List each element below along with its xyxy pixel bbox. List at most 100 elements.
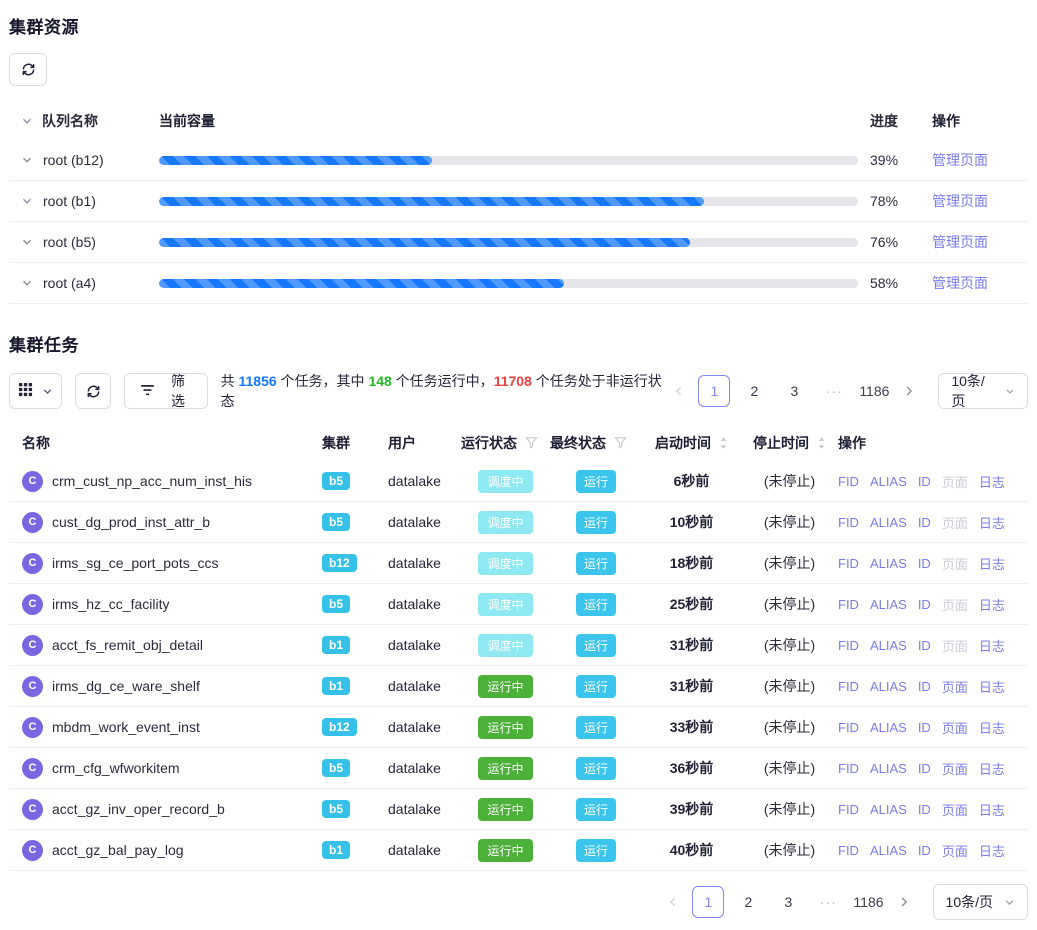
op-fid-link[interactable]: FID: [838, 474, 859, 489]
manage-page-link[interactable]: 管理页面: [932, 152, 988, 168]
cluster-badge: b5: [322, 759, 350, 777]
collapse-all-chevron-icon[interactable]: [21, 115, 33, 127]
page-size-select[interactable]: 10条/页: [933, 884, 1028, 920]
start-time-sort-icon[interactable]: [719, 436, 728, 450]
op-alias-link[interactable]: ALIAS: [870, 515, 907, 530]
op-log-link[interactable]: 日志: [979, 595, 1005, 614]
op-alias-link[interactable]: ALIAS: [870, 556, 907, 571]
start-time: 40秒前: [642, 840, 741, 860]
prev-page-icon[interactable]: [668, 385, 690, 397]
page-ellipsis[interactable]: ···: [818, 375, 850, 407]
op-id-link[interactable]: ID: [918, 802, 931, 817]
op-id-link[interactable]: ID: [918, 761, 931, 776]
op-id-link[interactable]: ID: [918, 843, 931, 858]
op-fid-link[interactable]: FID: [838, 843, 859, 858]
op-fid-link[interactable]: FID: [838, 679, 859, 694]
page-1[interactable]: 1: [692, 886, 724, 918]
op-page-link[interactable]: 页面: [942, 636, 968, 655]
op-alias-link[interactable]: ALIAS: [870, 843, 907, 858]
op-log-link[interactable]: 日志: [979, 800, 1005, 819]
op-page-link[interactable]: 页面: [942, 800, 968, 819]
page-ellipsis[interactable]: ···: [812, 886, 844, 918]
run-status-badge: 运行中: [478, 757, 532, 780]
tasks-table-header: 名称 集群 用户 运行状态 最终状态 启动时间: [9, 424, 1028, 461]
op-id-link[interactable]: ID: [918, 638, 931, 653]
op-fid-link[interactable]: FID: [838, 556, 859, 571]
op-id-link[interactable]: ID: [918, 515, 931, 530]
op-id-link[interactable]: ID: [918, 556, 931, 571]
op-id-link[interactable]: ID: [918, 474, 931, 489]
op-page-link[interactable]: 页面: [942, 472, 968, 491]
task-ops: FID ALIAS ID 页面 日志: [838, 513, 1024, 532]
page-last[interactable]: 1186: [858, 375, 890, 407]
page-2[interactable]: 2: [732, 886, 764, 918]
op-page-link[interactable]: 页面: [942, 718, 968, 737]
expand-row-chevron-icon[interactable]: [21, 236, 33, 248]
page-2[interactable]: 2: [738, 375, 770, 407]
op-page-link[interactable]: 页面: [942, 677, 968, 696]
stop-time: (未停止): [741, 471, 838, 491]
op-page-link[interactable]: 页面: [942, 759, 968, 778]
prev-page-icon[interactable]: [662, 896, 684, 908]
op-alias-link[interactable]: ALIAS: [870, 761, 907, 776]
expand-row-chevron-icon[interactable]: [21, 154, 33, 166]
task-name: acct_gz_inv_oper_record_b: [52, 801, 225, 817]
op-page-link[interactable]: 页面: [942, 595, 968, 614]
next-page-icon[interactable]: [893, 896, 915, 908]
grid-view-dropdown-button[interactable]: [9, 373, 62, 409]
op-alias-link[interactable]: ALIAS: [870, 720, 907, 735]
user-cell: datalake: [388, 678, 461, 694]
op-alias-link[interactable]: ALIAS: [870, 802, 907, 817]
op-page-link[interactable]: 页面: [942, 841, 968, 860]
avatar: C: [22, 840, 43, 861]
tasks-toolbar: 筛选 共 11856 个任务，其中 148 个任务运行中，11708 个任务处于…: [9, 371, 1028, 411]
op-log-link[interactable]: 日志: [979, 513, 1005, 532]
expand-row-chevron-icon[interactable]: [21, 195, 33, 207]
op-id-link[interactable]: ID: [918, 597, 931, 612]
op-log-link[interactable]: 日志: [979, 841, 1005, 860]
page-last[interactable]: 1186: [852, 886, 884, 918]
op-log-link[interactable]: 日志: [979, 554, 1005, 573]
run-status-filter-funnel-icon[interactable]: [525, 436, 538, 449]
expand-row-chevron-icon[interactable]: [21, 277, 33, 289]
page-3[interactable]: 3: [778, 375, 810, 407]
op-log-link[interactable]: 日志: [979, 718, 1005, 737]
op-alias-link[interactable]: ALIAS: [870, 597, 907, 612]
filter-button[interactable]: 筛选: [124, 373, 207, 409]
op-id-link[interactable]: ID: [918, 720, 931, 735]
op-alias-link[interactable]: ALIAS: [870, 474, 907, 489]
manage-page-link[interactable]: 管理页面: [932, 275, 988, 291]
capacity-bar-fill: [159, 279, 564, 288]
op-log-link[interactable]: 日志: [979, 472, 1005, 491]
op-fid-link[interactable]: FID: [838, 720, 859, 735]
final-status-badge: 运行: [576, 552, 616, 575]
op-fid-link[interactable]: FID: [838, 515, 859, 530]
op-alias-link[interactable]: ALIAS: [870, 679, 907, 694]
stop-time-sort-icon[interactable]: [817, 436, 826, 450]
op-log-link[interactable]: 日志: [979, 636, 1005, 655]
final-status-filter-funnel-icon[interactable]: [614, 436, 627, 449]
op-id-link[interactable]: ID: [918, 679, 931, 694]
next-page-icon[interactable]: [898, 385, 920, 397]
op-fid-link[interactable]: FID: [838, 761, 859, 776]
op-fid-link[interactable]: FID: [838, 802, 859, 817]
page-3[interactable]: 3: [772, 886, 804, 918]
op-log-link[interactable]: 日志: [979, 677, 1005, 696]
op-alias-link[interactable]: ALIAS: [870, 638, 907, 653]
op-fid-link[interactable]: FID: [838, 638, 859, 653]
task-name: acct_gz_bal_pay_log: [52, 842, 184, 858]
page-size-select[interactable]: 10条/页: [938, 373, 1028, 409]
user-cell: datalake: [388, 842, 461, 858]
op-log-link[interactable]: 日志: [979, 759, 1005, 778]
tasks-refresh-button[interactable]: [75, 373, 111, 409]
op-page-link[interactable]: 页面: [942, 554, 968, 573]
manage-page-link[interactable]: 管理页面: [932, 193, 988, 209]
op-page-link[interactable]: 页面: [942, 513, 968, 532]
op-fid-link[interactable]: FID: [838, 597, 859, 612]
manage-page-link[interactable]: 管理页面: [932, 234, 988, 250]
cluster-badge: b1: [322, 841, 350, 859]
run-status-badge: 调度中: [478, 593, 532, 616]
resources-refresh-button[interactable]: [9, 53, 47, 86]
col-action: 操作: [838, 433, 1024, 453]
page-1[interactable]: 1: [698, 375, 730, 407]
